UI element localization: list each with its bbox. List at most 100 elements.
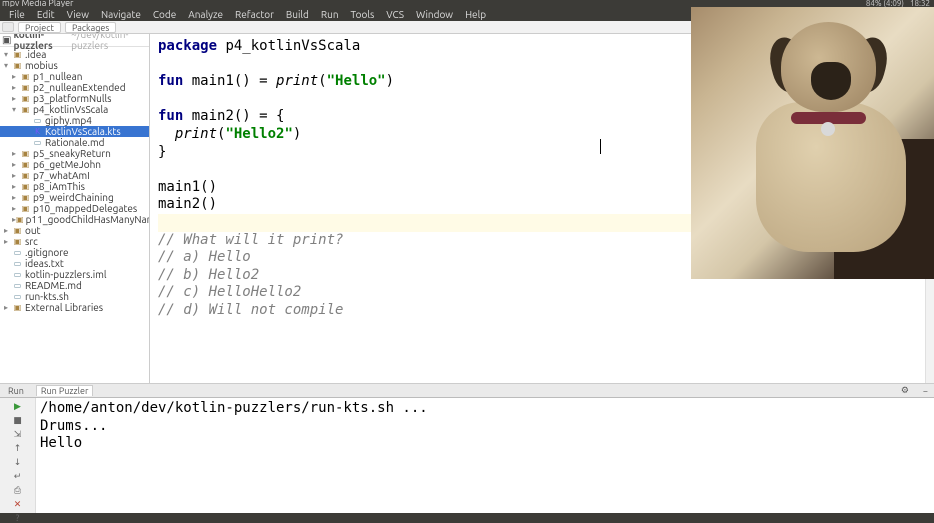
menu-run[interactable]: Run xyxy=(316,9,344,20)
tree-arrow-icon[interactable]: ▸ xyxy=(12,171,20,180)
collapse-icon[interactable] xyxy=(2,22,14,32)
breadcrumb: ▣ kotlin-puzzlers ~/dev/kotlin-puzzlers xyxy=(0,34,149,47)
tree-arrow-icon[interactable]: ▾ xyxy=(12,105,20,114)
tree-node[interactable]: ▭kotlin-puzzlers.iml xyxy=(0,269,149,280)
tree-node-label: Rationale.md xyxy=(45,137,105,148)
menu-vcs[interactable]: VCS xyxy=(381,9,409,20)
tree-arrow-icon[interactable]: ▸ xyxy=(12,182,20,191)
tree-node[interactable]: ▸▣p9_weirdChaining xyxy=(0,192,149,203)
tree-node[interactable]: ▾▣p4_kotlinVsScala xyxy=(0,104,149,115)
menu-code[interactable]: Code xyxy=(148,9,181,20)
tree-node[interactable]: ▸▣p8_iAmThis xyxy=(0,181,149,192)
tree-node[interactable]: ▸▣p10_mappedDelegates xyxy=(0,203,149,214)
soft-wrap-icon[interactable]: ↵ xyxy=(12,471,24,482)
stop-icon[interactable]: ■ xyxy=(12,415,24,426)
help-icon[interactable]: ? xyxy=(12,513,24,523)
folder-icon: ▣ xyxy=(20,193,31,203)
menu-tools[interactable]: Tools xyxy=(346,9,380,20)
project-tab[interactable]: Project xyxy=(18,22,61,33)
packages-tab[interactable]: Packages xyxy=(65,22,116,33)
panel-hide-icon[interactable]: − xyxy=(923,386,934,396)
text-cursor xyxy=(600,139,601,154)
panel-settings-icon[interactable]: ⚙ xyxy=(901,385,915,396)
tree-node-label: p2_nulleanExtended xyxy=(33,82,126,93)
tree-node[interactable]: ▸▣p3_platformNulls xyxy=(0,93,149,104)
tree-node[interactable]: ▸▣p5_sneakyReturn xyxy=(0,148,149,159)
video-overlay[interactable] xyxy=(691,7,934,279)
project-tree[interactable]: ▾▣.idea▾▣mobius▸▣p1_nullean▸▣p2_nulleanE… xyxy=(0,47,149,397)
tree-node-label: run-kts.sh xyxy=(25,291,69,302)
tree-node[interactable]: ▾▣.idea xyxy=(0,49,149,60)
kt-icon: K xyxy=(32,127,43,137)
rerun-icon[interactable]: ▶ xyxy=(12,401,24,412)
down-icon[interactable]: ↓ xyxy=(12,457,24,468)
tree-node-label: ideas.txt xyxy=(25,258,64,269)
tree-node[interactable]: ▭.gitignore xyxy=(0,247,149,258)
tree-node[interactable]: KKotlinVsScala.kts xyxy=(0,126,149,137)
file-icon: ▭ xyxy=(32,116,43,126)
up-icon[interactable]: ↑ xyxy=(12,443,24,454)
folder-icon: ▣ xyxy=(12,226,23,236)
tree-node[interactable]: ▸▣External Libraries xyxy=(0,302,149,313)
tree-node-label: src xyxy=(25,236,38,247)
tree-arrow-icon[interactable]: ▸ xyxy=(12,72,20,81)
tree-arrow-icon[interactable]: ▸ xyxy=(4,237,12,246)
tree-node[interactable]: ▸▣src xyxy=(0,236,149,247)
tree-node[interactable]: ▭giphy.mp4 xyxy=(0,115,149,126)
tree-node-label: .idea xyxy=(25,49,46,60)
console-output[interactable]: /home/anton/dev/kotlin-puzzlers/run-kts.… xyxy=(36,398,934,513)
tree-arrow-icon[interactable]: ▸ xyxy=(12,83,20,92)
folder-icon: ▣ xyxy=(12,61,23,71)
tab-run-puzzler[interactable]: Run Puzzler xyxy=(36,385,93,396)
tree-arrow-icon[interactable]: ▸ xyxy=(12,160,20,169)
folder-icon: ▣ xyxy=(20,204,31,214)
tree-node[interactable]: ▾▣mobius xyxy=(0,60,149,71)
tree-node-label: p3_platformNulls xyxy=(33,93,111,104)
tree-arrow-icon[interactable]: ▸ xyxy=(12,193,20,202)
file-icon: ▭ xyxy=(32,138,43,148)
tree-arrow-icon[interactable]: ▾ xyxy=(4,61,12,70)
tree-arrow-icon[interactable]: ▸ xyxy=(12,94,20,103)
tab-run[interactable]: Run xyxy=(4,386,28,396)
clock: 18:32 xyxy=(910,0,930,7)
folder-icon: ▣ xyxy=(12,237,23,247)
folder-icon: ▣ xyxy=(12,50,23,60)
tree-node[interactable]: ▭Rationale.md xyxy=(0,137,149,148)
tree-node[interactable]: ▸▣p7_whatAmI xyxy=(0,170,149,181)
folder-icon: ▣ xyxy=(16,215,24,225)
tree-node[interactable]: ▸▣p2_nulleanExtended xyxy=(0,82,149,93)
menu-analyze[interactable]: Analyze xyxy=(183,9,228,20)
tree-arrow-icon[interactable]: ▸ xyxy=(4,226,12,235)
tree-arrow-icon[interactable]: ▸ xyxy=(12,149,20,158)
console-line: Drums... xyxy=(40,418,107,434)
tree-node[interactable]: ▸▣out xyxy=(0,225,149,236)
tree-node[interactable]: ▭README.md xyxy=(0,280,149,291)
tree-node-label: p1_nullean xyxy=(33,71,82,82)
tree-node-label: KotlinVsScala.kts xyxy=(45,126,121,137)
tree-node-label: p8_iAmThis xyxy=(33,181,85,192)
print-icon[interactable]: ⎙ xyxy=(12,485,24,496)
tree-arrow-icon[interactable]: ▾ xyxy=(4,50,12,59)
tree-node[interactable]: ▭run-kts.sh xyxy=(0,291,149,302)
tree-node-label: .gitignore xyxy=(25,247,69,258)
menu-window[interactable]: Window xyxy=(411,9,458,20)
tree-node[interactable]: ▸▣p1_nullean xyxy=(0,71,149,82)
menu-view[interactable]: View xyxy=(62,9,94,20)
menu-navigate[interactable]: Navigate xyxy=(96,9,146,20)
folder-icon: ▣ xyxy=(20,83,31,93)
menu-build[interactable]: Build xyxy=(281,9,314,20)
menu-refactor[interactable]: Refactor xyxy=(230,9,279,20)
tree-node[interactable]: ▭ideas.txt xyxy=(0,258,149,269)
tree-node[interactable]: ▸▣p11_goodChildHasManyNames xyxy=(0,214,149,225)
file-icon: ▭ xyxy=(12,292,23,302)
close-icon[interactable]: ✕ xyxy=(12,499,24,510)
pin-icon[interactable]: ⇲ xyxy=(12,429,24,440)
tree-arrow-icon[interactable]: ▸ xyxy=(4,303,12,312)
menu-help[interactable]: Help xyxy=(460,9,491,20)
tree-node[interactable]: ▸▣p6_getMeJohn xyxy=(0,159,149,170)
menu-edit[interactable]: Edit xyxy=(32,9,60,20)
battery-status: 84% (4:09) xyxy=(866,0,904,7)
dog-image xyxy=(721,17,901,267)
menu-file[interactable]: File xyxy=(4,9,30,20)
tree-arrow-icon[interactable]: ▸ xyxy=(12,204,20,213)
